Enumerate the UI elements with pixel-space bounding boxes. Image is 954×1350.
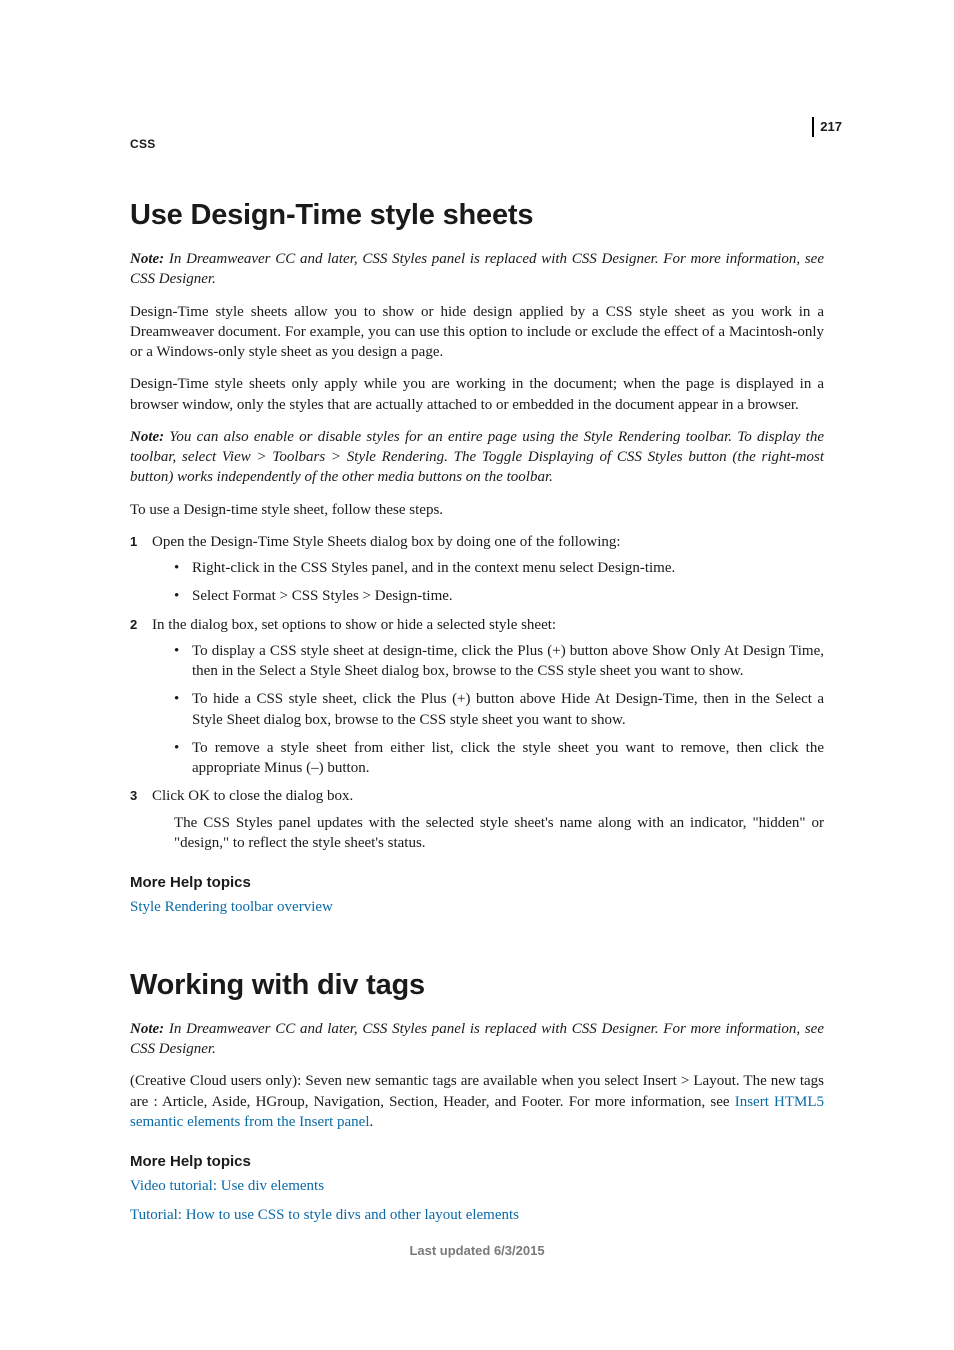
list-item: To remove a style sheet from either list… bbox=[174, 738, 824, 779]
list-item: Right-click in the CSS Styles panel, and… bbox=[174, 558, 824, 578]
note-3: Note: In Dreamweaver CC and later, CSS S… bbox=[130, 1019, 824, 1060]
paragraph: (Creative Cloud users only): Seven new s… bbox=[130, 1071, 824, 1132]
step-1: Open the Design-Time Style Sheets dialog… bbox=[130, 532, 824, 607]
section-title-1: Use Design-Time style sheets bbox=[130, 196, 824, 235]
step-subtext: The CSS Styles panel updates with the se… bbox=[174, 813, 824, 854]
list-item: Select Format > CSS Styles > Design-time… bbox=[174, 586, 824, 606]
help-link-style-rendering[interactable]: Style Rendering toolbar overview bbox=[130, 899, 333, 915]
help-link-css-divs[interactable]: Tutorial: How to use CSS to style divs a… bbox=[130, 1207, 519, 1223]
more-help-heading-2: More Help topics bbox=[130, 1152, 824, 1172]
list-item: To display a CSS style sheet at design-t… bbox=[174, 641, 824, 682]
note-1: Note: In Dreamweaver CC and later, CSS S… bbox=[130, 249, 824, 290]
list-item: To hide a CSS style sheet, click the Plu… bbox=[174, 689, 824, 730]
section-title-2: Working with div tags bbox=[130, 966, 824, 1005]
step-3: Click OK to close the dialog box. The CS… bbox=[130, 786, 824, 853]
step-2: In the dialog box, set options to show o… bbox=[130, 615, 824, 779]
note-2: Note: You can also enable or disable sty… bbox=[130, 427, 824, 488]
paragraph: Design-Time style sheets allow you to sh… bbox=[130, 302, 824, 363]
footer-last-updated: Last updated 6/3/2015 bbox=[0, 1242, 954, 1260]
paragraph: To use a Design-time style sheet, follow… bbox=[130, 500, 824, 520]
more-help-heading: More Help topics bbox=[130, 873, 824, 893]
steps-list: Open the Design-Time Style Sheets dialog… bbox=[130, 532, 824, 853]
paragraph: Design-Time style sheets only apply whil… bbox=[130, 374, 824, 415]
help-link-video-div[interactable]: Video tutorial: Use div elements bbox=[130, 1178, 324, 1194]
